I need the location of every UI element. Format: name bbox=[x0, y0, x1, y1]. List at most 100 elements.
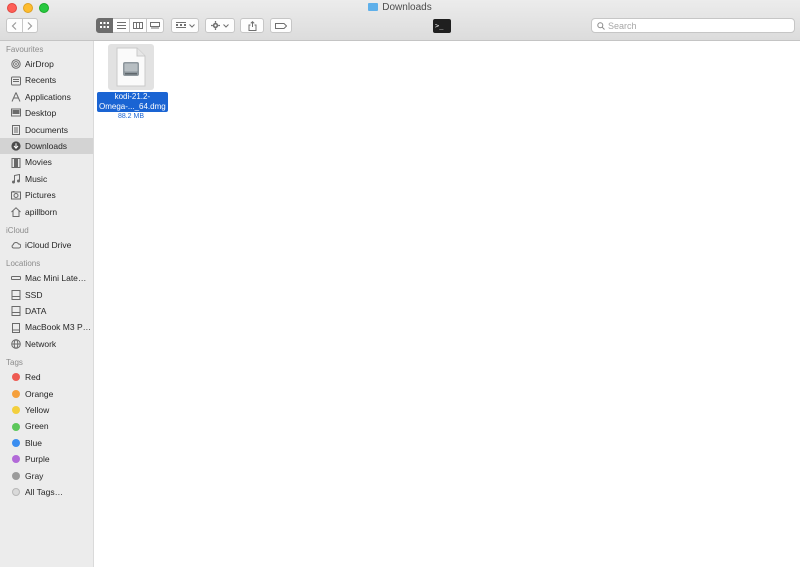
applications-icon bbox=[11, 92, 21, 102]
sidebar-item-desktop[interactable]: Desktop bbox=[0, 105, 93, 121]
airdrop-icon bbox=[11, 59, 21, 69]
sidebar-tag-yellow[interactable]: Yellow bbox=[0, 402, 93, 418]
sidebar-item-network[interactable]: Network bbox=[0, 336, 93, 352]
search-icon bbox=[597, 21, 605, 30]
sidebar-item-label: SSD bbox=[25, 289, 43, 300]
icon-view-button[interactable] bbox=[96, 18, 113, 33]
sidebar-item-label: Music bbox=[25, 173, 48, 184]
sidebar-item-data[interactable]: DATA bbox=[0, 303, 93, 319]
sidebar-item-label: AirDrop bbox=[25, 59, 54, 69]
sidebar-item-label: Movies bbox=[25, 157, 52, 168]
file-browser-content[interactable]: kodi-21.2- Omega-..._64.dmg 88.2 MB bbox=[95, 41, 800, 567]
tag-color-dot bbox=[11, 389, 21, 399]
tag-color-dot bbox=[11, 471, 21, 481]
file-name-label: kodi-21.2- Omega-..._64.dmg bbox=[97, 92, 168, 112]
search-input[interactable] bbox=[608, 20, 788, 31]
sidebar-tag-blue[interactable]: Blue bbox=[0, 435, 93, 451]
sidebar-item-label: Desktop bbox=[25, 108, 57, 119]
tag-color-dot bbox=[11, 454, 21, 464]
sidebar-item-label: apillborn bbox=[25, 206, 58, 217]
edit-tags-button[interactable] bbox=[270, 18, 292, 33]
sidebar-item-downloads[interactable]: Downloads bbox=[0, 137, 93, 155]
sidebar-item-documents[interactable]: Documents bbox=[0, 122, 93, 138]
sidebar-item-label: Network bbox=[25, 338, 57, 349]
pictures-icon bbox=[11, 190, 21, 200]
tag-color-dot bbox=[11, 438, 21, 448]
sidebar: Favourites AirDrop Recents Applications … bbox=[0, 41, 94, 567]
sidebar-item-label: Recents bbox=[25, 75, 57, 86]
chevron-left-icon bbox=[11, 21, 17, 30]
list-icon bbox=[116, 22, 126, 29]
file-name-line-2: Omega-..._64.dmg bbox=[99, 102, 166, 111]
tag-color-dot bbox=[11, 422, 21, 432]
grid-icon bbox=[100, 22, 109, 28]
sidebar-tag-orange[interactable]: Orange bbox=[0, 386, 93, 402]
sidebar-item-pictures[interactable]: Pictures bbox=[0, 187, 93, 203]
sidebar-item-label: iCloud Drive bbox=[25, 239, 72, 250]
dmg-file-icon bbox=[116, 47, 146, 87]
window-title: Downloads bbox=[0, 2, 800, 14]
tag-icon bbox=[275, 22, 287, 29]
file-name-line-1: kodi-21.2- bbox=[114, 92, 151, 101]
chevron-down-icon bbox=[188, 23, 195, 28]
window-toolbar: Downloads >_ Search bbox=[0, 0, 800, 41]
sidebar-tag-green[interactable]: Green bbox=[0, 418, 93, 434]
file-item[interactable]: kodi-21.2- Omega-..._64.dmg 88.2 MB bbox=[97, 44, 168, 120]
desktop-icon bbox=[11, 108, 21, 118]
gallery-view-button[interactable] bbox=[147, 18, 164, 33]
sidebar-item-label: All Tags… bbox=[25, 486, 64, 497]
columns-icon bbox=[133, 22, 143, 29]
sidebar-tag-all[interactable]: All Tags… bbox=[0, 484, 93, 500]
sidebar-item-label: Documents bbox=[25, 124, 68, 135]
sidebar-item-label: Red bbox=[25, 372, 41, 383]
sidebar-item-label: DATA bbox=[25, 306, 47, 317]
list-view-button[interactable] bbox=[113, 18, 130, 33]
sidebar-item-macbook[interactable]: MacBook M3 P… bbox=[0, 319, 93, 335]
sidebar-section-favourites: Favourites bbox=[6, 45, 44, 54]
back-button[interactable] bbox=[6, 18, 23, 33]
sidebar-item-ssd[interactable]: SSD bbox=[0, 287, 93, 303]
group-by-button[interactable] bbox=[171, 18, 199, 33]
share-icon bbox=[248, 20, 256, 31]
sidebar-item-label: Blue bbox=[25, 437, 43, 448]
sidebar-item-mac-mini[interactable]: Mac Mini Late… bbox=[0, 270, 93, 286]
folder-icon bbox=[368, 3, 379, 11]
sidebar-item-label: Mac Mini Late… bbox=[25, 273, 87, 284]
column-view-button[interactable] bbox=[130, 18, 147, 33]
view-mode-buttons bbox=[96, 18, 164, 33]
tag-color-dot bbox=[11, 405, 21, 415]
sidebar-item-label: MacBook M3 P… bbox=[25, 322, 92, 333]
all-tags-icon bbox=[11, 487, 21, 497]
sidebar-item-label: Orange bbox=[25, 388, 54, 399]
sidebar-item-label: Green bbox=[25, 421, 49, 432]
gear-icon bbox=[211, 21, 220, 30]
network-icon bbox=[11, 339, 21, 349]
forward-button[interactable] bbox=[22, 18, 38, 33]
sidebar-item-icloud-drive[interactable]: iCloud Drive bbox=[0, 237, 93, 253]
file-size-label: 88.2 MB bbox=[117, 113, 145, 120]
sidebar-item-apillborn[interactable]: apillborn bbox=[0, 204, 93, 220]
sidebar-section-tags: Tags bbox=[6, 358, 23, 368]
search-field[interactable] bbox=[591, 18, 795, 33]
group-grid-icon bbox=[175, 22, 186, 28]
navigation-buttons bbox=[6, 18, 38, 33]
action-menu-button[interactable] bbox=[205, 18, 235, 33]
sidebar-tag-gray[interactable]: Gray bbox=[0, 468, 93, 484]
sidebar-item-recents[interactable]: Recents bbox=[0, 72, 93, 88]
sidebar-item-label: Yellow bbox=[25, 405, 50, 416]
sidebar-item-label: Pictures bbox=[25, 190, 56, 201]
sidebar-item-label: Applications bbox=[25, 91, 71, 102]
sidebar-item-airdrop[interactable]: AirDrop bbox=[0, 56, 93, 72]
disk-icon bbox=[11, 306, 21, 317]
sidebar-tag-purple[interactable]: Purple bbox=[0, 451, 93, 467]
terminal-icon[interactable]: >_ bbox=[433, 19, 451, 33]
sidebar-tag-red[interactable]: Red bbox=[0, 369, 93, 385]
sidebar-section-locations: Locations bbox=[6, 259, 41, 269]
sidebar-item-applications[interactable]: Applications bbox=[0, 89, 93, 105]
sidebar-item-music[interactable]: Music bbox=[0, 171, 93, 187]
share-button[interactable] bbox=[240, 18, 264, 33]
sidebar-item-label: Downloads bbox=[25, 140, 68, 151]
sidebar-item-label: Gray bbox=[25, 470, 44, 481]
sidebar-item-movies[interactable]: Movies bbox=[0, 154, 93, 170]
recents-icon bbox=[11, 76, 21, 86]
